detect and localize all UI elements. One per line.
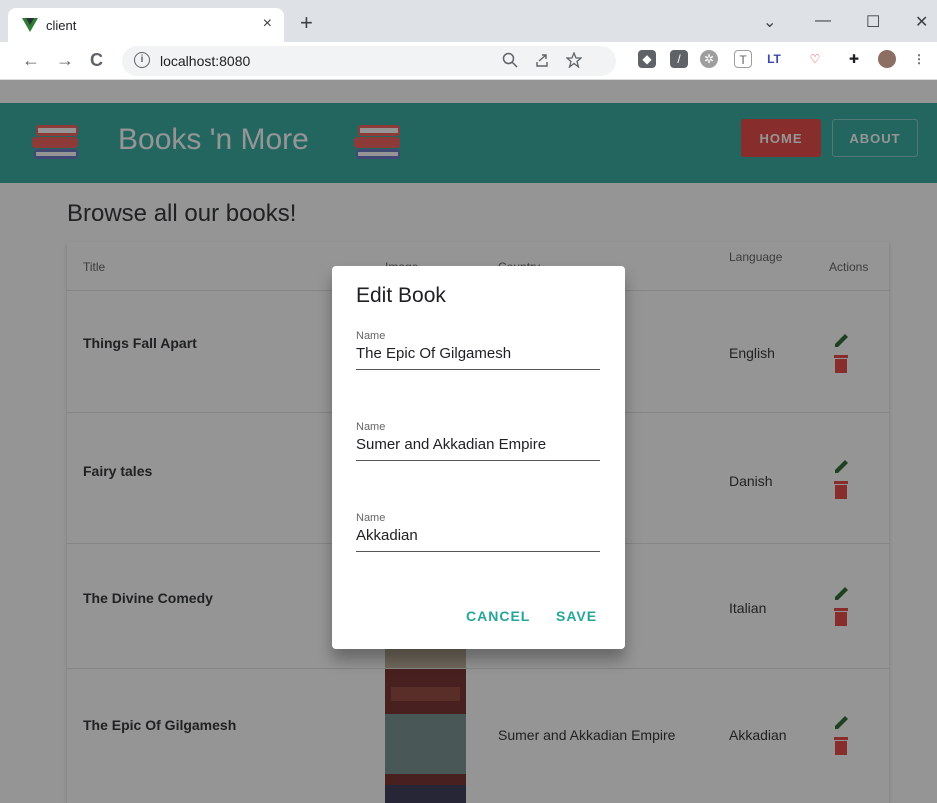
- maximize-icon[interactable]: ☐: [866, 12, 880, 32]
- cancel-button[interactable]: CANCEL: [466, 608, 530, 624]
- minimize-icon[interactable]: —: [815, 12, 831, 30]
- tab-title: client: [46, 18, 77, 33]
- address-bar[interactable]: i localhost:8080: [122, 46, 616, 76]
- site-info-icon[interactable]: i: [134, 52, 150, 68]
- name-field: Name: [356, 512, 600, 552]
- new-tab-icon[interactable]: +: [300, 12, 313, 34]
- field-label: Name: [356, 421, 386, 433]
- extensions-puzzle-icon[interactable]: ✚: [845, 50, 863, 68]
- settings-extension-icon[interactable]: ✲: [700, 50, 718, 68]
- tab-search-chevron-icon[interactable]: ⌄: [763, 12, 776, 32]
- url-text[interactable]: localhost:8080: [160, 53, 250, 69]
- field-label: Name: [356, 330, 386, 342]
- name-field: Name: [356, 330, 600, 370]
- edit-book-dialog: Edit Book Name Name Name CANCEL SAVE: [332, 266, 625, 649]
- forward-icon[interactable]: →: [56, 51, 74, 69]
- tab-close-icon[interactable]: ×: [263, 15, 272, 33]
- browser-tab[interactable]: client ×: [8, 8, 284, 42]
- country-input[interactable]: [356, 433, 600, 461]
- field-label: Name: [356, 512, 386, 524]
- browser-menu-icon[interactable]: ⋮: [910, 50, 928, 68]
- ublock-extension-icon[interactable]: ◆: [638, 50, 656, 68]
- reload-icon[interactable]: C: [90, 51, 103, 69]
- text-extension-icon[interactable]: T: [734, 50, 752, 68]
- dialog-title: Edit Book: [356, 284, 446, 307]
- save-button[interactable]: SAVE: [556, 608, 597, 624]
- eyedropper-extension-icon[interactable]: /: [670, 50, 688, 68]
- language-input[interactable]: [356, 524, 600, 552]
- close-window-icon[interactable]: ✕: [915, 12, 928, 32]
- bookmark-star-icon[interactable]: [566, 52, 582, 68]
- back-icon[interactable]: ←: [22, 51, 40, 69]
- vue-logo-icon: [22, 18, 38, 32]
- pocket-extension-icon[interactable]: ♡: [806, 50, 824, 68]
- zoom-icon[interactable]: [502, 52, 518, 68]
- browser-toolbar: ← → C i localhost:8080: [0, 42, 937, 80]
- profile-avatar[interactable]: [878, 50, 896, 68]
- share-icon[interactable]: [534, 52, 550, 68]
- languagetool-extension-icon[interactable]: LT: [765, 50, 783, 68]
- title-input[interactable]: [356, 342, 600, 370]
- name-field: Name: [356, 421, 600, 461]
